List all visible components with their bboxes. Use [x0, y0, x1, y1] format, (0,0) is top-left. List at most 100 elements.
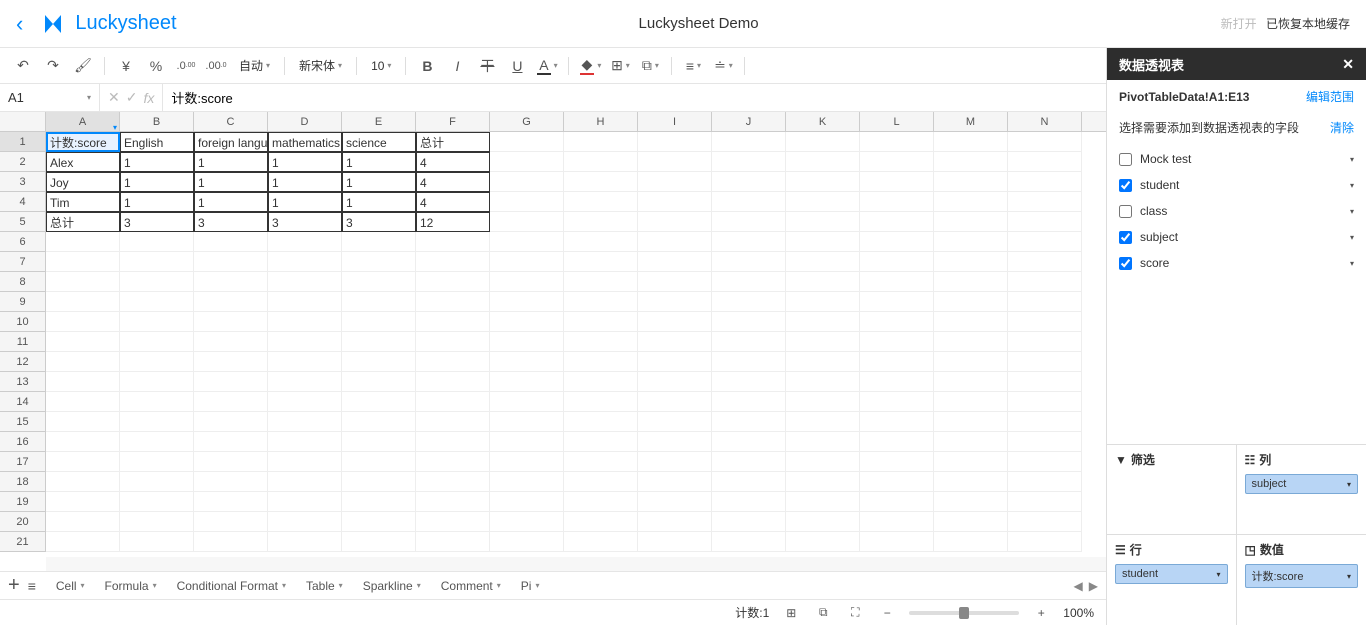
- cell[interactable]: Tim: [46, 192, 120, 212]
- undo-button[interactable]: ↶: [10, 53, 36, 79]
- fill-color-button[interactable]: ◆: [577, 53, 603, 79]
- cell[interactable]: [342, 252, 416, 272]
- chevron-down-icon[interactable]: ▾: [81, 581, 85, 590]
- cell[interactable]: [712, 232, 786, 252]
- cell[interactable]: [860, 492, 934, 512]
- cell[interactable]: [194, 452, 268, 472]
- cell[interactable]: [934, 312, 1008, 332]
- value-field-item[interactable]: 计数:score▾: [1245, 564, 1359, 588]
- column-header-A[interactable]: A▾: [46, 112, 120, 131]
- cell[interactable]: [934, 432, 1008, 452]
- cell[interactable]: [416, 432, 490, 452]
- cell[interactable]: [638, 412, 712, 432]
- cell[interactable]: 1: [120, 192, 194, 212]
- cell[interactable]: [46, 532, 120, 552]
- cell[interactable]: [712, 412, 786, 432]
- cell[interactable]: Joy: [46, 172, 120, 192]
- sheet-tab[interactable]: Table▾: [298, 575, 351, 597]
- cell[interactable]: [564, 512, 638, 532]
- cell[interactable]: [46, 492, 120, 512]
- cell[interactable]: [860, 132, 934, 152]
- format-painter-button[interactable]: 🖌: [70, 53, 96, 79]
- chevron-down-icon[interactable]: ▾: [535, 581, 539, 590]
- cell[interactable]: [416, 272, 490, 292]
- cell[interactable]: 1: [268, 172, 342, 192]
- cell[interactable]: [564, 452, 638, 472]
- cell[interactable]: [860, 372, 934, 392]
- cell[interactable]: [638, 472, 712, 492]
- column-header-D[interactable]: D: [268, 112, 342, 131]
- cell[interactable]: 1: [120, 172, 194, 192]
- cell[interactable]: [934, 472, 1008, 492]
- cell[interactable]: [342, 232, 416, 252]
- pivot-field[interactable]: subject▾: [1119, 224, 1354, 250]
- vertical-align-button[interactable]: ≐: [710, 53, 736, 79]
- chevron-down-icon[interactable]: ▾: [1350, 233, 1354, 242]
- cell[interactable]: [860, 512, 934, 532]
- cell[interactable]: [1008, 352, 1082, 372]
- cell[interactable]: [1008, 492, 1082, 512]
- cell[interactable]: [860, 172, 934, 192]
- cell[interactable]: [564, 372, 638, 392]
- cell[interactable]: [1008, 312, 1082, 332]
- cell[interactable]: [638, 392, 712, 412]
- chevron-down-icon[interactable]: ▾: [1350, 181, 1354, 190]
- cell[interactable]: [712, 152, 786, 172]
- cell[interactable]: [638, 312, 712, 332]
- cell[interactable]: [490, 172, 564, 192]
- cell[interactable]: [712, 252, 786, 272]
- field-checkbox[interactable]: [1119, 179, 1132, 192]
- zoom-out-button[interactable]: −: [877, 603, 897, 623]
- cell[interactable]: [416, 492, 490, 512]
- row-header[interactable]: 8: [0, 272, 46, 292]
- cell[interactable]: 3: [194, 212, 268, 232]
- cell[interactable]: 总计: [416, 132, 490, 152]
- cell[interactable]: [786, 492, 860, 512]
- cell[interactable]: [564, 172, 638, 192]
- cell[interactable]: [934, 152, 1008, 172]
- cell[interactable]: [1008, 332, 1082, 352]
- cell[interactable]: [46, 432, 120, 452]
- cell[interactable]: [342, 372, 416, 392]
- cell[interactable]: [1008, 192, 1082, 212]
- cell[interactable]: [268, 392, 342, 412]
- cell[interactable]: [786, 512, 860, 532]
- field-checkbox[interactable]: [1119, 231, 1132, 244]
- cell[interactable]: [194, 472, 268, 492]
- cell[interactable]: [416, 352, 490, 372]
- cell[interactable]: [416, 252, 490, 272]
- cell[interactable]: [638, 452, 712, 472]
- cell[interactable]: [638, 432, 712, 452]
- row-header[interactable]: 13: [0, 372, 46, 392]
- row-header[interactable]: 21: [0, 532, 46, 552]
- cell[interactable]: [268, 492, 342, 512]
- cell[interactable]: [712, 532, 786, 552]
- cell[interactable]: [638, 372, 712, 392]
- cell[interactable]: [194, 272, 268, 292]
- row-header[interactable]: 12: [0, 352, 46, 372]
- cell[interactable]: [1008, 412, 1082, 432]
- cell[interactable]: [46, 232, 120, 252]
- cell[interactable]: [490, 512, 564, 532]
- cell[interactable]: [712, 212, 786, 232]
- font-size-dropdown[interactable]: 10: [365, 53, 397, 79]
- cell[interactable]: [564, 212, 638, 232]
- row-header[interactable]: 9: [0, 292, 46, 312]
- cell[interactable]: [342, 292, 416, 312]
- cell[interactable]: [786, 472, 860, 492]
- grid-view-icon[interactable]: ⊞: [781, 603, 801, 623]
- cell[interactable]: [1008, 212, 1082, 232]
- cell[interactable]: [638, 252, 712, 272]
- number-format-dropdown[interactable]: 自动: [233, 53, 276, 79]
- column-header-G[interactable]: G: [490, 112, 564, 131]
- cell[interactable]: [1008, 132, 1082, 152]
- cell[interactable]: [564, 392, 638, 412]
- cell[interactable]: [1008, 292, 1082, 312]
- cell[interactable]: [342, 432, 416, 452]
- cell[interactable]: [786, 252, 860, 272]
- rows-zone[interactable]: ☰行 student▾: [1107, 535, 1237, 625]
- column-header-M[interactable]: M: [934, 112, 1008, 131]
- cell[interactable]: [934, 212, 1008, 232]
- pivot-field[interactable]: class▾: [1119, 198, 1354, 224]
- cell[interactable]: [46, 272, 120, 292]
